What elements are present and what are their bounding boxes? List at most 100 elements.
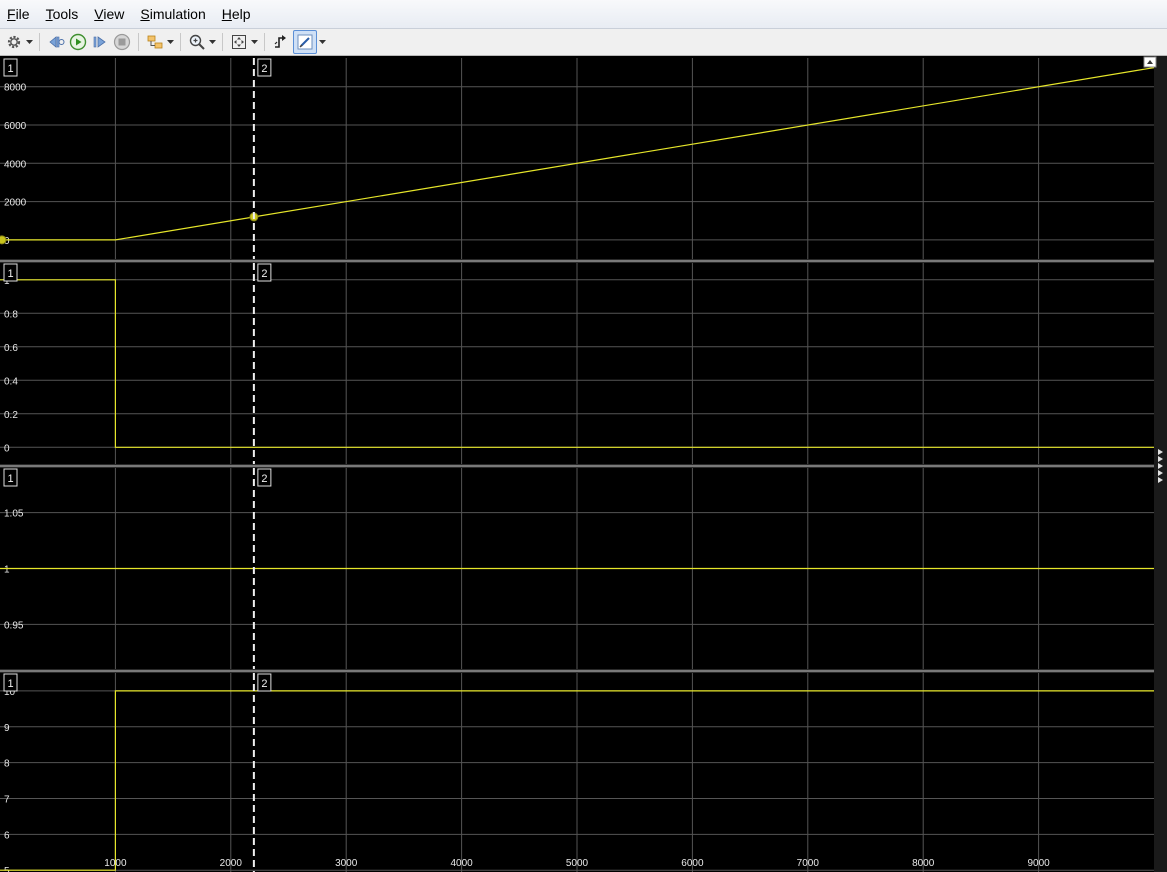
cursor-label-text: 2: [261, 63, 267, 75]
y-tick-label: 2000: [4, 198, 27, 209]
cursor-measurements-icon: [297, 34, 313, 50]
menu-accelerator: T: [45, 6, 53, 22]
settings-icon: [7, 35, 21, 49]
autoscale-icon: [232, 35, 246, 49]
x-tick-label: 1000: [104, 858, 127, 869]
triggers-icon: [274, 35, 286, 48]
menu-label: imulation: [149, 6, 206, 22]
menu-accelerator: H: [221, 6, 232, 22]
chevron-down-icon: [167, 39, 174, 44]
zoom-icon: [189, 34, 205, 50]
autoscale-dropdown[interactable]: [250, 31, 259, 53]
y-tick-label: 6000: [4, 121, 27, 132]
toolbar-separator: [222, 33, 223, 51]
undock-icon[interactable]: [1143, 56, 1157, 68]
right-border: [1154, 56, 1167, 872]
cursor-label-text: 1: [8, 473, 14, 485]
zoom-dropdown[interactable]: [208, 31, 217, 53]
menu-simulation[interactable]: Simulation: [132, 0, 213, 28]
x-tick-label: 6000: [681, 858, 704, 869]
cursor-label-1[interactable]: 1: [3, 468, 18, 487]
stop-button[interactable]: [112, 31, 132, 53]
cursor-label-text: 2: [261, 473, 267, 485]
scope-display[interactable]: 020004000600080001200.20.40.60.81120.951…: [0, 56, 1167, 872]
y-tick-label: 6: [4, 830, 10, 841]
y-tick-label: 0: [4, 443, 10, 454]
cursor-marker[interactable]: [0, 235, 7, 245]
toolbar-separator: [138, 33, 139, 51]
y-tick-label: 8: [4, 759, 10, 770]
menu-label: ile: [15, 6, 30, 22]
cursor-label-text: 1: [8, 268, 14, 280]
y-tick-label: 5: [4, 866, 10, 872]
y-tick-label: 4000: [4, 159, 27, 170]
y-tick-label: 0.4: [4, 376, 18, 387]
cursor-measurements-button[interactable]: [293, 30, 317, 54]
highlight-block-icon: [147, 35, 163, 49]
cursor-label-text: 2: [261, 678, 267, 690]
x-tick-label: 7000: [797, 858, 820, 869]
settings-button[interactable]: [4, 31, 24, 53]
highlight-block-button[interactable]: [145, 31, 165, 53]
toolbar: [0, 29, 1167, 56]
triggers-button[interactable]: [271, 31, 291, 53]
menu-help[interactable]: Help: [214, 0, 259, 28]
x-tick-label: 9000: [1027, 858, 1050, 869]
toolbar-separator: [264, 33, 265, 51]
chevron-down-icon: [251, 39, 258, 44]
cursor-label-2[interactable]: 2: [257, 263, 272, 282]
zoom-button[interactable]: [187, 31, 207, 53]
menu-accelerator: S: [140, 6, 150, 22]
x-tick-label: 5000: [566, 858, 589, 869]
cursor-label-2[interactable]: 2: [257, 58, 272, 77]
y-tick-label: 0.95: [4, 620, 24, 631]
scope-panel-2[interactable]: 00.20.40.60.8112: [0, 263, 1167, 468]
y-tick-label: 1.05: [4, 509, 24, 520]
y-tick-label: 1: [4, 565, 10, 576]
autoscale-button[interactable]: [229, 31, 249, 53]
menu-accelerator: V: [94, 6, 104, 22]
settings-dropdown[interactable]: [25, 31, 34, 53]
highlight-dropdown[interactable]: [166, 31, 175, 53]
run-button[interactable]: [68, 31, 88, 53]
chevron-down-icon: [209, 39, 216, 44]
x-tick-label: 3000: [335, 858, 358, 869]
menu-bar: File Tools View Simulation Help: [0, 0, 1167, 29]
y-tick-label: 0.2: [4, 410, 18, 421]
toolbar-separator: [180, 33, 181, 51]
cursor-label-text: 1: [8, 678, 14, 690]
cursor-label-1[interactable]: 1: [3, 263, 18, 282]
chevron-down-icon: [319, 39, 326, 44]
menu-label: iew: [103, 6, 125, 22]
cursor-label-text: 2: [261, 268, 267, 280]
cursor-measurements-dropdown[interactable]: [318, 31, 327, 53]
cursor-label-text: 1: [8, 63, 14, 75]
scope-panel-3[interactable]: 0.95 1 1.05 1 2: [0, 468, 1167, 673]
chevron-down-icon: [26, 39, 33, 44]
y-tick-label: 9: [4, 723, 10, 734]
y-tick-label: 7: [4, 794, 10, 805]
run-icon: [69, 33, 87, 51]
menu-tools[interactable]: Tools: [38, 0, 87, 28]
menu-label: ools: [52, 6, 79, 22]
step-forward-button[interactable]: [90, 31, 110, 53]
menu-accelerator: F: [7, 6, 16, 22]
cursor-label-1[interactable]: 1: [3, 58, 18, 77]
cursor-label-2[interactable]: 2: [257, 468, 272, 487]
y-tick-label: 0.6: [4, 343, 18, 354]
x-tick-label: 8000: [912, 858, 935, 869]
scope-plot-area[interactable]: 020004000600080001200.20.40.60.81120.951…: [0, 56, 1167, 872]
x-tick-label: 2000: [220, 858, 243, 869]
step-back-button[interactable]: [46, 31, 66, 53]
cursor-label-2[interactable]: 2: [257, 673, 272, 692]
step-forward-icon: [93, 36, 106, 48]
menu-view[interactable]: View: [86, 0, 132, 28]
step-back-icon: [49, 36, 65, 48]
y-tick-label: 0.8: [4, 309, 18, 320]
stop-icon: [113, 33, 131, 51]
scope-panel-1[interactable]: 020004000600080001 2: [0, 58, 1167, 263]
cursor-label-1[interactable]: 1: [3, 673, 18, 692]
scope-panel-4[interactable]: 56789101 2: [0, 673, 1154, 872]
y-tick-label: 8000: [4, 83, 27, 94]
menu-file[interactable]: File: [0, 0, 38, 28]
